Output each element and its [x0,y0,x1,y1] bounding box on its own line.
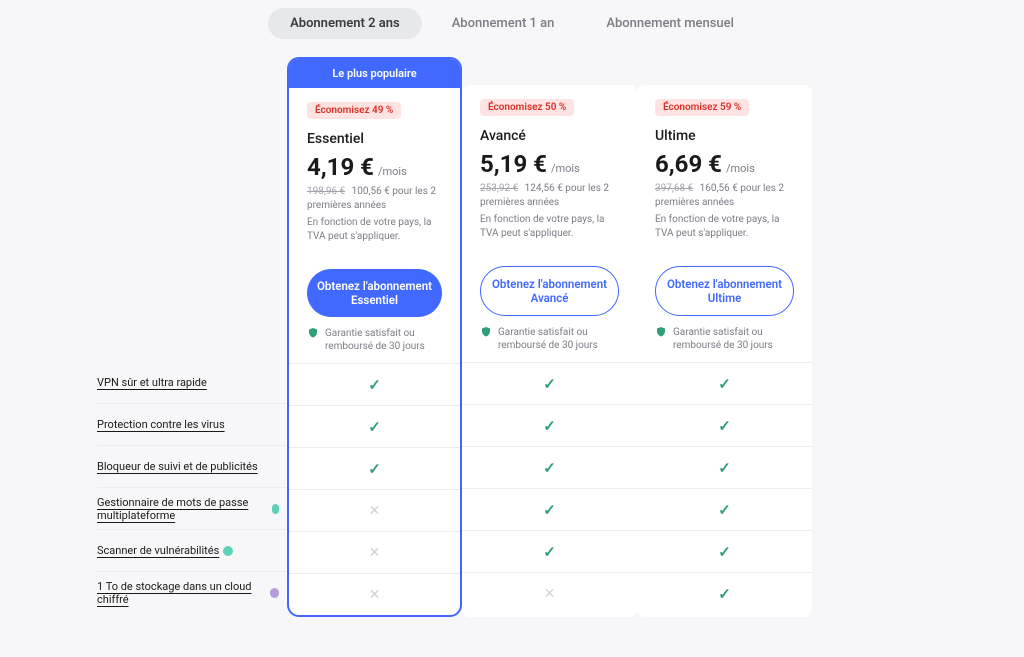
purple-badge-icon [270,588,279,598]
tab-1-year[interactable]: Abonnement 1 an [430,8,577,39]
price: 5,19 € [480,150,547,178]
check-icon: ✓ [718,459,731,477]
feature-label-text[interactable]: VPN sûr et ultra rapide [97,376,207,389]
per-month: /mois [726,162,755,175]
billing-tabs: Abonnement 2 ans Abonnement 1 an Abonnem… [0,0,1024,57]
feature-cell: ✓ [462,446,637,488]
check-icon: ✓ [368,460,381,478]
check-icon: ✓ [543,417,556,435]
feature-cell: ✕ [462,572,637,614]
feature-label-text[interactable]: Bloqueur de suivi et de publicités [97,460,258,473]
feature-cell: ✓ [637,530,812,572]
plan-name: Essentiel [307,131,442,147]
feature-cell: ✓ [289,405,460,447]
per-month: /mois [551,162,580,175]
plan-header: Économisez 50 % Avancé 5,19 € /mois 253,92 €… [462,85,637,252]
price-subtext: 253,92 € 124,56 € pour les 2 premières a… [480,182,619,209]
guarantee-row: Garantie satisfait ou remboursé de 30 jo… [289,317,460,363]
guarantee-row: Garantie satisfait ou remboursé de 30 jo… [637,316,812,362]
check-icon: ✓ [543,375,556,393]
feature-cell: ✓ [637,362,812,404]
guarantee-text: Garantie satisfait ou remboursé de 30 jo… [325,327,442,353]
feature-label: Bloqueur de suivi et de publicités [97,445,287,487]
guarantee-text: Garantie satisfait ou remboursé de 30 jo… [498,326,619,352]
feature-label: VPN sûr et ultra rapide [97,361,287,403]
shield-icon [307,327,319,343]
cta-button-ultime[interactable]: Obtenez l'abonnement Ultime [655,266,794,316]
cross-icon: ✕ [369,503,381,519]
shield-icon [655,326,667,342]
pricing-grid: VPN sûr et ultra rapide Protection contre… [97,57,927,617]
feature-cell: ✓ [637,446,812,488]
plan-header: Économisez 59 % Ultime 6,69 € /mois 397,68 €… [637,85,812,252]
check-icon: ✓ [718,375,731,393]
price-row: 5,19 € /mois [480,150,619,178]
save-badge: Économisez 59 % [655,99,749,116]
guarantee-row: Garantie satisfait ou remboursé de 30 jo… [462,316,637,362]
feature-label: Protection contre les virus [97,403,287,445]
vat-note: En fonction de votre pays, la TVA peut s… [480,213,619,240]
feature-cell: ✓ [637,404,812,446]
feature-cell: ✓ [462,404,637,446]
cross-icon: ✕ [369,587,381,603]
guarantee-text: Garantie satisfait ou remboursé de 30 jo… [673,326,794,352]
plan-column-essentiel: Le plus populaire Économisez 49 % Essentie… [287,57,462,617]
check-icon: ✓ [718,585,731,603]
price: 4,19 € [307,153,374,181]
check-icon: ✓ [368,418,381,436]
check-icon: ✓ [718,543,731,561]
feature-label-column: VPN sûr et ultra rapide Protection contre… [97,57,287,617]
check-icon: ✓ [718,417,731,435]
feature-label: Scanner de vulnérabilités [97,529,287,571]
popular-ribbon: Le plus populaire [289,59,460,88]
teal-badge-icon [223,546,233,556]
feature-label-text[interactable]: Gestionnaire de mots de passe multiplate… [97,496,268,522]
tab-2-years[interactable]: Abonnement 2 ans [268,8,422,39]
cross-icon: ✕ [544,586,556,602]
feature-cell: ✓ [289,447,460,489]
check-icon: ✓ [543,459,556,477]
price: 6,69 € [655,150,722,178]
feature-cell: ✓ [462,362,637,404]
feature-label-text[interactable]: Scanner de vulnérabilités [97,544,219,557]
plan-name: Ultime [655,128,794,144]
feature-cell: ✓ [462,488,637,530]
feature-label-text[interactable]: Protection contre les virus [97,418,225,431]
save-badge: Économisez 49 % [307,102,401,119]
feature-label: 1 To de stockage dans un cloud chiffré [97,571,287,613]
feature-cell: ✓ [289,363,460,405]
plan-name: Avancé [480,128,619,144]
cta-button-essentiel[interactable]: Obtenez l'abonnement Essentiel [307,269,442,317]
plan-column-avance: Économisez 50 % Avancé 5,19 € /mois 253,92 €… [462,85,637,617]
check-icon: ✓ [718,501,731,519]
per-month: /mois [378,165,407,178]
price-row: 4,19 € /mois [307,153,442,181]
vat-note: En fonction de votre pays, la TVA peut s… [655,213,794,240]
feature-cell: ✕ [289,573,460,615]
shield-icon [480,326,492,342]
price-row: 6,69 € /mois [655,150,794,178]
feature-label: Gestionnaire de mots de passe multiplate… [97,487,287,529]
tab-monthly[interactable]: Abonnement mensuel [584,8,756,39]
plan-header: Économisez 49 % Essentiel 4,19 € /mois 198,9… [289,88,460,255]
feature-cell: ✕ [289,531,460,573]
price-subtext: 397,68 € 160,56 € pour les 2 premières a… [655,182,794,209]
check-icon: ✓ [543,543,556,561]
cross-icon: ✕ [369,545,381,561]
cta-button-avance[interactable]: Obtenez l'abonnement Avancé [480,266,619,316]
feature-cell: ✓ [637,488,812,530]
feature-cell: ✕ [289,489,460,531]
save-badge: Économisez 50 % [480,99,574,116]
feature-label-text[interactable]: 1 To de stockage dans un cloud chiffré [97,580,266,606]
check-icon: ✓ [368,376,381,394]
check-icon: ✓ [543,501,556,519]
feature-cell: ✓ [462,530,637,572]
feature-cell: ✓ [637,572,812,614]
teal-badge-icon [272,504,279,514]
plan-column-ultime: Économisez 59 % Ultime 6,69 € /mois 397,68 €… [637,85,812,617]
price-subtext: 198,96 € 100,56 € pour les 2 premières a… [307,185,442,212]
vat-note: En fonction de votre pays, la TVA peut s… [307,216,442,243]
